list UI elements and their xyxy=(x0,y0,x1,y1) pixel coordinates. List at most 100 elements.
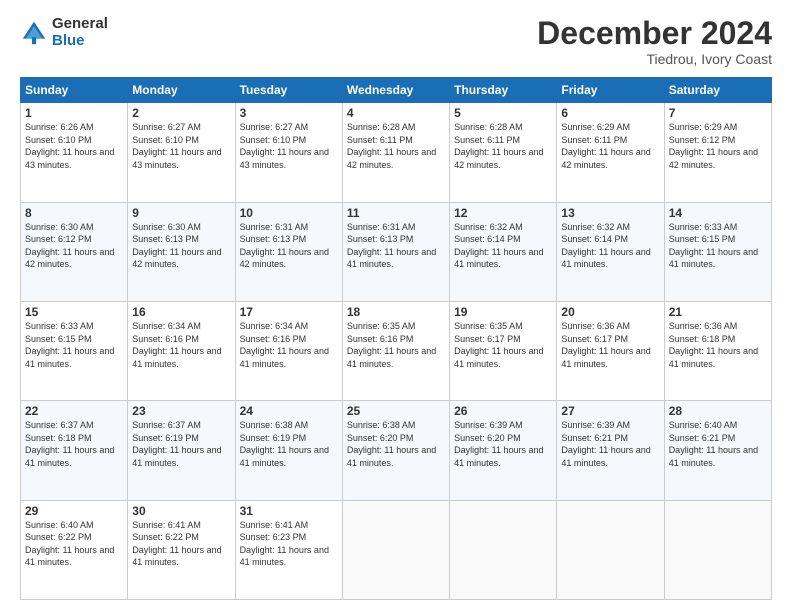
day-info: Sunrise: 6:26 AMSunset: 6:10 PMDaylight:… xyxy=(25,121,123,171)
col-thursday: Thursday xyxy=(450,78,557,103)
day-info: Sunrise: 6:30 AMSunset: 6:13 PMDaylight:… xyxy=(132,221,230,271)
table-row: 28Sunrise: 6:40 AMSunset: 6:21 PMDayligh… xyxy=(664,401,771,500)
day-info: Sunrise: 6:38 AMSunset: 6:19 PMDaylight:… xyxy=(240,419,338,469)
table-row: 2Sunrise: 6:27 AMSunset: 6:10 PMDaylight… xyxy=(128,103,235,202)
day-number: 31 xyxy=(240,504,338,518)
day-number: 10 xyxy=(240,206,338,220)
day-number: 9 xyxy=(132,206,230,220)
calendar-week-row: 15Sunrise: 6:33 AMSunset: 6:15 PMDayligh… xyxy=(21,301,772,400)
table-row: 22Sunrise: 6:37 AMSunset: 6:18 PMDayligh… xyxy=(21,401,128,500)
day-number: 19 xyxy=(454,305,552,319)
day-number: 20 xyxy=(561,305,659,319)
col-friday: Friday xyxy=(557,78,664,103)
table-row: 29Sunrise: 6:40 AMSunset: 6:22 PMDayligh… xyxy=(21,500,128,599)
day-number: 6 xyxy=(561,106,659,120)
day-info: Sunrise: 6:36 AMSunset: 6:18 PMDaylight:… xyxy=(669,320,767,370)
col-saturday: Saturday xyxy=(664,78,771,103)
day-info: Sunrise: 6:34 AMSunset: 6:16 PMDaylight:… xyxy=(132,320,230,370)
table-row: 7Sunrise: 6:29 AMSunset: 6:12 PMDaylight… xyxy=(664,103,771,202)
table-row: 25Sunrise: 6:38 AMSunset: 6:20 PMDayligh… xyxy=(342,401,449,500)
day-info: Sunrise: 6:37 AMSunset: 6:19 PMDaylight:… xyxy=(132,419,230,469)
day-number: 14 xyxy=(669,206,767,220)
day-info: Sunrise: 6:32 AMSunset: 6:14 PMDaylight:… xyxy=(561,221,659,271)
day-info: Sunrise: 6:33 AMSunset: 6:15 PMDaylight:… xyxy=(25,320,123,370)
day-info: Sunrise: 6:29 AMSunset: 6:11 PMDaylight:… xyxy=(561,121,659,171)
table-row: 3Sunrise: 6:27 AMSunset: 6:10 PMDaylight… xyxy=(235,103,342,202)
title-block: December 2024 Tiedrou, Ivory Coast xyxy=(537,16,772,67)
day-number: 7 xyxy=(669,106,767,120)
table-row: 6Sunrise: 6:29 AMSunset: 6:11 PMDaylight… xyxy=(557,103,664,202)
day-info: Sunrise: 6:27 AMSunset: 6:10 PMDaylight:… xyxy=(240,121,338,171)
table-row: 26Sunrise: 6:39 AMSunset: 6:20 PMDayligh… xyxy=(450,401,557,500)
table-row: 16Sunrise: 6:34 AMSunset: 6:16 PMDayligh… xyxy=(128,301,235,400)
calendar-week-row: 8Sunrise: 6:30 AMSunset: 6:12 PMDaylight… xyxy=(21,202,772,301)
logo-text: General Blue xyxy=(52,16,108,49)
day-info: Sunrise: 6:36 AMSunset: 6:17 PMDaylight:… xyxy=(561,320,659,370)
header: General Blue December 2024 Tiedrou, Ivor… xyxy=(20,16,772,67)
day-number: 8 xyxy=(25,206,123,220)
day-number: 22 xyxy=(25,404,123,418)
day-number: 26 xyxy=(454,404,552,418)
table-row: 5Sunrise: 6:28 AMSunset: 6:11 PMDaylight… xyxy=(450,103,557,202)
day-number: 25 xyxy=(347,404,445,418)
day-info: Sunrise: 6:34 AMSunset: 6:16 PMDaylight:… xyxy=(240,320,338,370)
table-row: 13Sunrise: 6:32 AMSunset: 6:14 PMDayligh… xyxy=(557,202,664,301)
table-row: 20Sunrise: 6:36 AMSunset: 6:17 PMDayligh… xyxy=(557,301,664,400)
day-number: 29 xyxy=(25,504,123,518)
calendar-table: Sunday Monday Tuesday Wednesday Thursday… xyxy=(20,77,772,600)
day-number: 30 xyxy=(132,504,230,518)
day-info: Sunrise: 6:31 AMSunset: 6:13 PMDaylight:… xyxy=(240,221,338,271)
table-row xyxy=(450,500,557,599)
day-info: Sunrise: 6:40 AMSunset: 6:21 PMDaylight:… xyxy=(669,419,767,469)
day-number: 23 xyxy=(132,404,230,418)
day-number: 11 xyxy=(347,206,445,220)
table-row: 18Sunrise: 6:35 AMSunset: 6:16 PMDayligh… xyxy=(342,301,449,400)
day-number: 15 xyxy=(25,305,123,319)
day-info: Sunrise: 6:30 AMSunset: 6:12 PMDaylight:… xyxy=(25,221,123,271)
col-tuesday: Tuesday xyxy=(235,78,342,103)
day-number: 21 xyxy=(669,305,767,319)
table-row: 14Sunrise: 6:33 AMSunset: 6:15 PMDayligh… xyxy=(664,202,771,301)
logo-icon xyxy=(20,19,48,47)
table-row: 23Sunrise: 6:37 AMSunset: 6:19 PMDayligh… xyxy=(128,401,235,500)
main-title: December 2024 xyxy=(537,16,772,51)
page: General Blue December 2024 Tiedrou, Ivor… xyxy=(0,0,792,612)
calendar-week-row: 22Sunrise: 6:37 AMSunset: 6:18 PMDayligh… xyxy=(21,401,772,500)
table-row: 31Sunrise: 6:41 AMSunset: 6:23 PMDayligh… xyxy=(235,500,342,599)
day-number: 2 xyxy=(132,106,230,120)
day-info: Sunrise: 6:28 AMSunset: 6:11 PMDaylight:… xyxy=(454,121,552,171)
day-number: 16 xyxy=(132,305,230,319)
day-number: 17 xyxy=(240,305,338,319)
day-number: 27 xyxy=(561,404,659,418)
day-number: 18 xyxy=(347,305,445,319)
calendar-week-row: 1Sunrise: 6:26 AMSunset: 6:10 PMDaylight… xyxy=(21,103,772,202)
col-monday: Monday xyxy=(128,78,235,103)
day-info: Sunrise: 6:39 AMSunset: 6:20 PMDaylight:… xyxy=(454,419,552,469)
day-number: 28 xyxy=(669,404,767,418)
col-sunday: Sunday xyxy=(21,78,128,103)
day-number: 4 xyxy=(347,106,445,120)
day-info: Sunrise: 6:27 AMSunset: 6:10 PMDaylight:… xyxy=(132,121,230,171)
day-info: Sunrise: 6:33 AMSunset: 6:15 PMDaylight:… xyxy=(669,221,767,271)
day-number: 3 xyxy=(240,106,338,120)
subtitle: Tiedrou, Ivory Coast xyxy=(537,51,772,67)
day-number: 5 xyxy=(454,106,552,120)
logo: General Blue xyxy=(20,16,108,49)
day-info: Sunrise: 6:35 AMSunset: 6:17 PMDaylight:… xyxy=(454,320,552,370)
col-wednesday: Wednesday xyxy=(342,78,449,103)
table-row xyxy=(664,500,771,599)
table-row: 9Sunrise: 6:30 AMSunset: 6:13 PMDaylight… xyxy=(128,202,235,301)
day-info: Sunrise: 6:38 AMSunset: 6:20 PMDaylight:… xyxy=(347,419,445,469)
table-row: 12Sunrise: 6:32 AMSunset: 6:14 PMDayligh… xyxy=(450,202,557,301)
table-row: 11Sunrise: 6:31 AMSunset: 6:13 PMDayligh… xyxy=(342,202,449,301)
table-row xyxy=(342,500,449,599)
table-row: 30Sunrise: 6:41 AMSunset: 6:22 PMDayligh… xyxy=(128,500,235,599)
day-number: 13 xyxy=(561,206,659,220)
day-info: Sunrise: 6:35 AMSunset: 6:16 PMDaylight:… xyxy=(347,320,445,370)
table-row: 27Sunrise: 6:39 AMSunset: 6:21 PMDayligh… xyxy=(557,401,664,500)
day-number: 1 xyxy=(25,106,123,120)
table-row: 4Sunrise: 6:28 AMSunset: 6:11 PMDaylight… xyxy=(342,103,449,202)
table-row: 1Sunrise: 6:26 AMSunset: 6:10 PMDaylight… xyxy=(21,103,128,202)
day-info: Sunrise: 6:40 AMSunset: 6:22 PMDaylight:… xyxy=(25,519,123,569)
table-row: 24Sunrise: 6:38 AMSunset: 6:19 PMDayligh… xyxy=(235,401,342,500)
